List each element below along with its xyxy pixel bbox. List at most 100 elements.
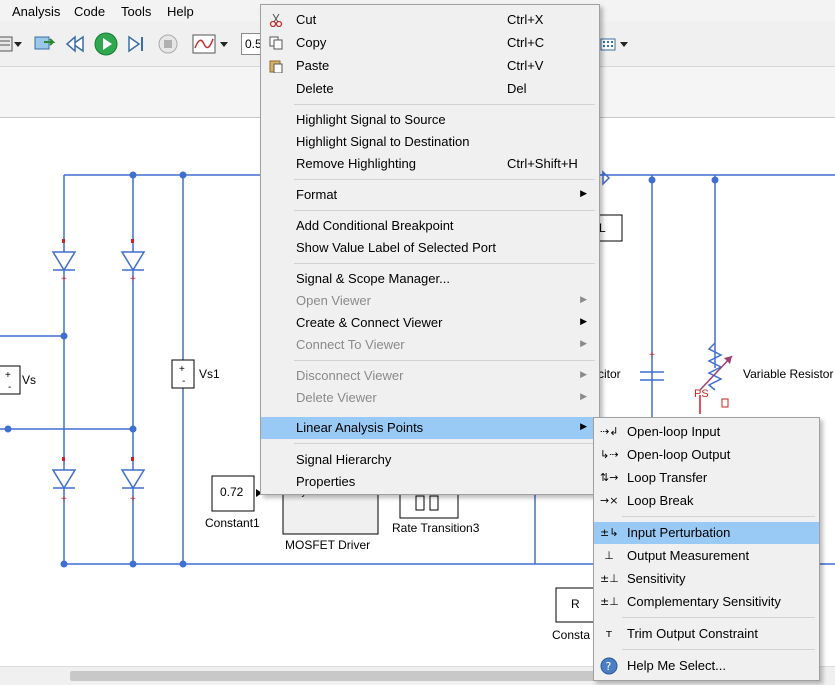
submenu-item-loop-break[interactable]: →× Loop Break <box>594 490 819 512</box>
step-forward-icon[interactable] <box>124 32 148 56</box>
sensitivity-icon: ±⊥ <box>600 572 619 585</box>
menu-analysis[interactable]: Analysis <box>12 4 60 19</box>
menu-item-label: Delete <box>296 81 334 96</box>
submenu-arrow-icon: ▶ <box>580 188 587 198</box>
capacitor-label: citor <box>598 367 621 381</box>
context-menu: Cut Ctrl+X Copy Ctrl+C Paste Ctrl+V Dele… <box>260 4 600 495</box>
rate-transition3-label: Rate Transition3 <box>392 521 480 535</box>
menu-item-label: Properties <box>296 474 356 489</box>
l-block-label: L <box>599 221 606 235</box>
cut-icon <box>269 13 283 27</box>
submenu-item-loop-transfer[interactable]: ⇅→ Loop Transfer <box>594 467 819 489</box>
svg-text:-: - <box>8 382 11 393</box>
menu-item-highlight-to-source[interactable]: Highlight Signal to Source <box>261 109 599 131</box>
menu-item-delete[interactable]: Delete Del <box>261 78 599 100</box>
constant-label-partial: Consta <box>552 628 591 642</box>
submenu-arrow-icon: ▶ <box>580 338 587 348</box>
submenu-item-label: Help Me Select... <box>627 658 726 673</box>
r-block-label: R <box>571 597 580 611</box>
step-back-icon[interactable] <box>64 32 88 56</box>
submenu-item-label: Input Perturbation <box>627 525 731 540</box>
submenu-item-label: Output Measurement <box>627 548 750 563</box>
menu-item-remove-highlighting[interactable]: Remove Highlighting Ctrl+Shift+H <box>261 153 599 175</box>
update-diagram-icon[interactable] <box>32 32 56 56</box>
menu-item-signal-hierarchy[interactable]: Signal Hierarchy <box>261 449 599 471</box>
menu-tools[interactable]: Tools <box>121 4 151 19</box>
menu-code[interactable]: Code <box>74 4 105 19</box>
submenu-arrow-icon: ▶ <box>580 391 587 401</box>
run-icon[interactable] <box>94 32 118 56</box>
menu-item-format[interactable]: Format ▶ <box>261 184 599 206</box>
submenu-arrow-icon: ▶ <box>580 421 587 431</box>
output-measurement-icon: ⊥ <box>604 549 614 562</box>
library-dropdown-icon[interactable] <box>12 32 24 56</box>
svg-text:-: - <box>182 376 185 387</box>
loop-break-icon: →× <box>600 494 619 507</box>
menu-item-linear-analysis-points[interactable]: Linear Analysis Points ▶ <box>261 417 599 439</box>
open-loop-input-icon: ⇢↲ <box>600 425 619 438</box>
help-icon: ? <box>600 657 618 675</box>
submenu-item-sensitivity[interactable]: ±⊥ Sensitivity <box>594 568 819 590</box>
menu-item-label: Highlight Signal to Source <box>296 112 446 127</box>
menu-item-delete-viewer: Delete Viewer ▶ <box>261 387 599 409</box>
menu-item-label: Linear Analysis Points <box>296 420 424 435</box>
svg-text:+: + <box>61 274 67 285</box>
menu-separator <box>622 649 815 650</box>
submenu-item-open-loop-input[interactable]: ⇢↲ Open-loop Input <box>594 421 819 443</box>
menu-item-cut[interactable]: Cut Ctrl+X <box>261 9 599 31</box>
complementary-sensitivity-icon: ±⊥ <box>600 595 619 608</box>
scope-icon[interactable] <box>192 32 216 56</box>
submenu-arrow-icon: ▶ <box>580 369 587 379</box>
menu-separator <box>622 617 815 618</box>
menu-item-label: Cut <box>296 12 317 27</box>
menu-item-shortcut: Del <box>507 81 527 96</box>
menu-item-label: Show Value Label of Selected Port <box>296 240 496 255</box>
submenu-item-label: Loop Break <box>627 493 694 508</box>
menu-item-label: Add Conditional Breakpoint <box>296 218 454 233</box>
menu-separator <box>294 104 595 105</box>
submenu-item-open-loop-output[interactable]: ↳⇢ Open-loop Output <box>594 444 819 466</box>
menu-item-show-value-label[interactable]: Show Value Label of Selected Port <box>261 237 599 259</box>
menu-item-create-connect-viewer[interactable]: Create & Connect Viewer ▶ <box>261 312 599 334</box>
submenu-item-trim-output-constraint[interactable]: ᴛ Trim Output Constraint <box>594 623 819 645</box>
vs1-label: Vs1 <box>199 367 220 381</box>
menu-separator <box>294 179 595 180</box>
submenu-item-output-measurement[interactable]: ⊥ Output Measurement <box>594 545 819 567</box>
menu-help[interactable]: Help <box>167 4 194 19</box>
menu-item-copy[interactable]: Copy Ctrl+C <box>261 32 599 54</box>
constant-value: 0.72 <box>220 485 244 499</box>
menu-item-paste[interactable]: Paste Ctrl+V <box>261 55 599 77</box>
menu-item-label: Remove Highlighting <box>296 156 416 171</box>
menu-item-label: Signal & Scope Manager... <box>296 271 450 286</box>
svg-text:+: + <box>5 370 11 381</box>
menu-item-label: Open Viewer <box>296 293 371 308</box>
menu-item-open-viewer: Open Viewer ▶ <box>261 290 599 312</box>
submenu-item-label: Sensitivity <box>627 571 686 586</box>
linear-analysis-submenu: ⇢↲ Open-loop Input ↳⇢ Open-loop Output ⇅… <box>593 417 820 681</box>
svg-text:?: ? <box>606 660 612 673</box>
hardware-dropdown-icon[interactable] <box>618 32 630 56</box>
scope-dropdown-icon[interactable] <box>218 32 230 56</box>
ps-label: PS <box>694 388 709 400</box>
menu-separator <box>294 210 595 211</box>
menu-item-shortcut: Ctrl+C <box>507 35 545 50</box>
menu-item-label: Connect To Viewer <box>296 337 405 352</box>
menu-item-label: Copy <box>296 35 327 50</box>
menu-item-properties[interactable]: Properties <box>261 471 599 493</box>
open-loop-output-icon: ↳⇢ <box>600 448 619 461</box>
submenu-item-input-perturbation[interactable]: ±↳ Input Perturbation <box>594 522 819 544</box>
svg-text:+: + <box>130 274 136 285</box>
copy-icon <box>269 36 283 50</box>
menu-separator <box>622 516 815 517</box>
menu-item-signal-scope-manager[interactable]: Signal & Scope Manager... <box>261 268 599 290</box>
submenu-item-help-me-select[interactable]: ? Help Me Select... <box>594 655 819 677</box>
stop-icon[interactable] <box>156 32 180 56</box>
menu-separator <box>294 263 595 264</box>
submenu-item-label: Open-loop Output <box>627 447 731 462</box>
submenu-item-complementary-sensitivity[interactable]: ±⊥ Complementary Sensitivity <box>594 591 819 613</box>
input-perturbation-icon: ±↳ <box>600 526 619 539</box>
menu-item-highlight-to-destination[interactable]: Highlight Signal to Destination <box>261 131 599 153</box>
menu-item-add-conditional-breakpoint[interactable]: Add Conditional Breakpoint <box>261 215 599 237</box>
trim-output-constraint-icon: ᴛ <box>605 627 613 640</box>
scroll-thumb[interactable] <box>70 671 630 681</box>
